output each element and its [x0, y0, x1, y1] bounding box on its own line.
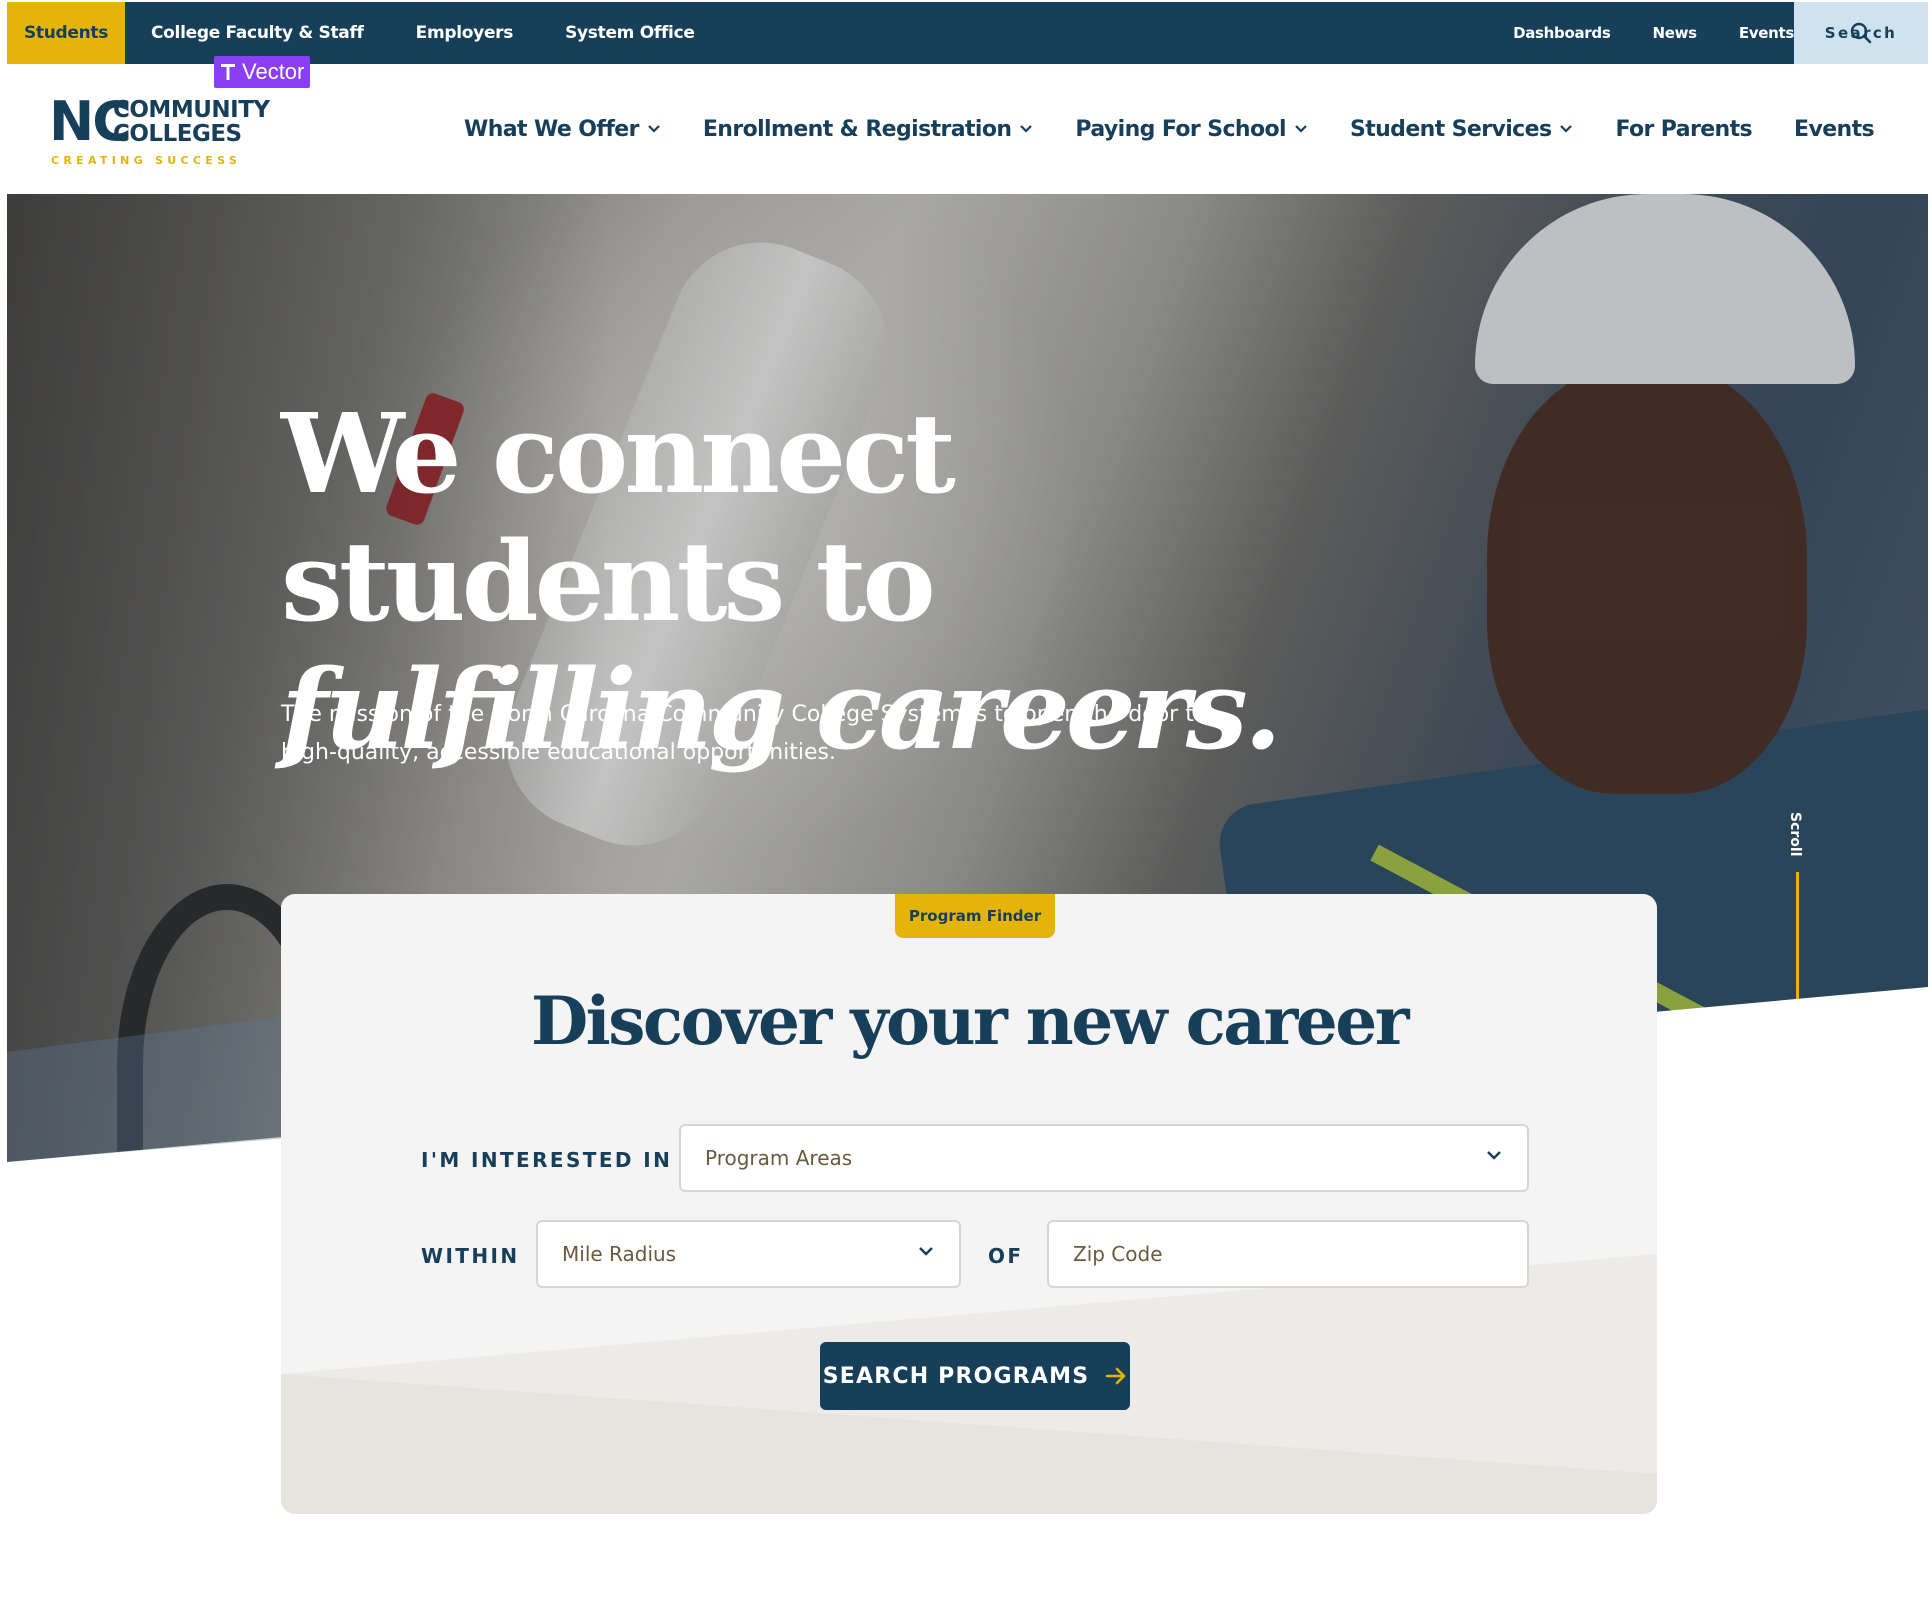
chevron-down-icon: [1487, 1151, 1501, 1160]
nav-label: Student Services: [1349, 116, 1552, 142]
utility-system-office-link[interactable]: System Office: [565, 23, 695, 43]
nav-enrollment-registration[interactable]: Enrollment & Registration: [703, 117, 1034, 142]
nav-what-we-offer[interactable]: What We Offer: [464, 117, 661, 142]
nav-label: What We Offer: [464, 116, 639, 142]
program-finder-card: Program Finder Discover your new career …: [281, 894, 1657, 1514]
chevron-down-icon: [648, 125, 660, 133]
utility-employers-link[interactable]: Employers: [416, 23, 514, 43]
search-label: Search: [1824, 24, 1898, 42]
mile-radius-select[interactable]: Mile Radius: [536, 1220, 961, 1288]
search-button[interactable]: Search: [1794, 2, 1928, 64]
utility-faculty-staff-link[interactable]: College Faculty & Staff: [151, 23, 364, 43]
nav-label: Enrollment & Registration: [702, 116, 1012, 142]
nccc-logo[interactable]: NC COMMUNITY COLLEGES CREATING SUCCESS: [49, 94, 270, 170]
interested-in-label: I'M INTERESTED IN: [421, 1148, 673, 1172]
zip-code-placeholder: Zip Code: [1073, 1242, 1163, 1266]
program-finder-title: Discover your new career: [530, 982, 1410, 1060]
vector-tag-label: Vector: [242, 59, 305, 84]
program-areas-placeholder: Program Areas: [705, 1146, 853, 1170]
page-frame: Students College Faculty & Staff Employe…: [7, 2, 1928, 1604]
chevron-down-icon: [919, 1247, 933, 1256]
chevron-down-icon: [1295, 125, 1307, 133]
mile-radius-placeholder: Mile Radius: [562, 1242, 677, 1266]
within-label: WITHIN: [421, 1244, 520, 1268]
utility-students-link[interactable]: Students: [7, 2, 125, 64]
chevron-down-icon: [1020, 125, 1033, 133]
vector-layer-tag: Vector: [214, 56, 311, 88]
utility-events-link[interactable]: Events: [1739, 24, 1794, 42]
nav-student-services[interactable]: Student Services: [1350, 117, 1573, 142]
utility-left-links: College Faculty & Staff Employers System…: [125, 2, 721, 64]
nav-label: For Parents: [1615, 116, 1753, 142]
primary-nav-links: What We Offer Enrollment & Registration …: [422, 64, 1875, 194]
search-programs-label: SEARCH PROGRAMS: [822, 1363, 1090, 1389]
hero-subtitle: The mission of the North Carolina Commun…: [281, 702, 1208, 765]
scroll-line: [1796, 872, 1799, 1004]
program-areas-select[interactable]: Program Areas: [679, 1124, 1529, 1192]
logo-line2: COLLEGES: [113, 121, 242, 147]
arrow-right-icon: [1105, 1367, 1126, 1385]
utility-bar: Students College Faculty & Staff Employe…: [7, 2, 1928, 64]
zip-code-input[interactable]: Zip Code: [1047, 1220, 1529, 1288]
scroll-indicator[interactable]: Scroll: [1787, 812, 1803, 857]
search-programs-button[interactable]: SEARCH PROGRAMS: [820, 1342, 1130, 1410]
utility-right-links: Dashboards News Events: [1471, 2, 1794, 64]
utility-dashboards-link[interactable]: Dashboards: [1513, 24, 1611, 42]
nav-paying-for-school[interactable]: Paying For School: [1075, 117, 1308, 142]
nav-for-parents[interactable]: For Parents: [1615, 117, 1752, 142]
program-finder-badge: Program Finder: [895, 894, 1055, 938]
logo-community-colleges: COMMUNITY COLLEGES: [113, 98, 270, 146]
text-tool-icon: [221, 64, 235, 80]
logo-line1: COMMUNITY: [113, 97, 270, 123]
of-label: OF: [988, 1244, 1024, 1268]
nav-events[interactable]: Events: [1794, 116, 1875, 142]
logo-tagline: CREATING SUCCESS: [51, 154, 242, 167]
nav-label: Events: [1794, 116, 1875, 142]
nav-label: Paying For School: [1075, 116, 1286, 142]
chevron-down-icon: [1560, 125, 1573, 133]
hero-title-line1: We connect students to: [281, 389, 956, 646]
utility-news-link[interactable]: News: [1652, 24, 1697, 42]
